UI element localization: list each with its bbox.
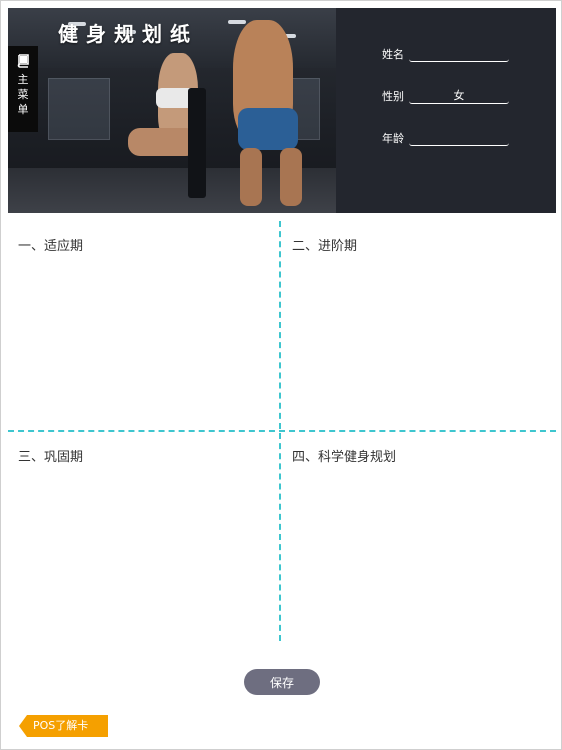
pos-card-button[interactable]: POS了解卡 [19, 715, 108, 737]
name-field[interactable] [409, 47, 509, 62]
save-button[interactable]: 保存 [244, 669, 320, 695]
name-label: 姓名 [382, 48, 404, 61]
gym-photo: 健身规划纸 [8, 8, 336, 213]
horizontal-divider [8, 430, 556, 432]
planner-page: 健身规划纸 主菜单 姓名 性别 女 年龄 一、适应期 二、进阶期 三、巩固期 四… [0, 0, 562, 750]
section-scientific-plan-title: 四、科学健身规划 [292, 450, 397, 465]
gender-row: 性别 女 [382, 88, 522, 104]
profile-form: 姓名 性别 女 年龄 [382, 46, 522, 172]
gender-field[interactable]: 女 [409, 89, 509, 104]
pos-card-label: POS了解卡 [33, 719, 89, 732]
header-banner: 健身规划纸 主菜单 姓名 性别 女 年龄 [8, 8, 556, 213]
section-advanced-title: 二、进阶期 [292, 239, 358, 254]
gender-label: 性别 [382, 90, 404, 103]
section-adaptation-title: 一、适应期 [18, 239, 84, 254]
book-icon [17, 54, 29, 68]
age-row: 年龄 [382, 130, 522, 146]
main-menu-button[interactable]: 主菜单 [8, 46, 38, 132]
age-label: 年龄 [382, 132, 404, 145]
name-row: 姓名 [382, 46, 522, 62]
page-title: 健身规划纸 [58, 22, 198, 46]
main-menu-label: 主菜单 [17, 73, 29, 116]
section-consolidation-title: 三、巩固期 [18, 450, 84, 465]
age-field[interactable] [409, 131, 509, 146]
